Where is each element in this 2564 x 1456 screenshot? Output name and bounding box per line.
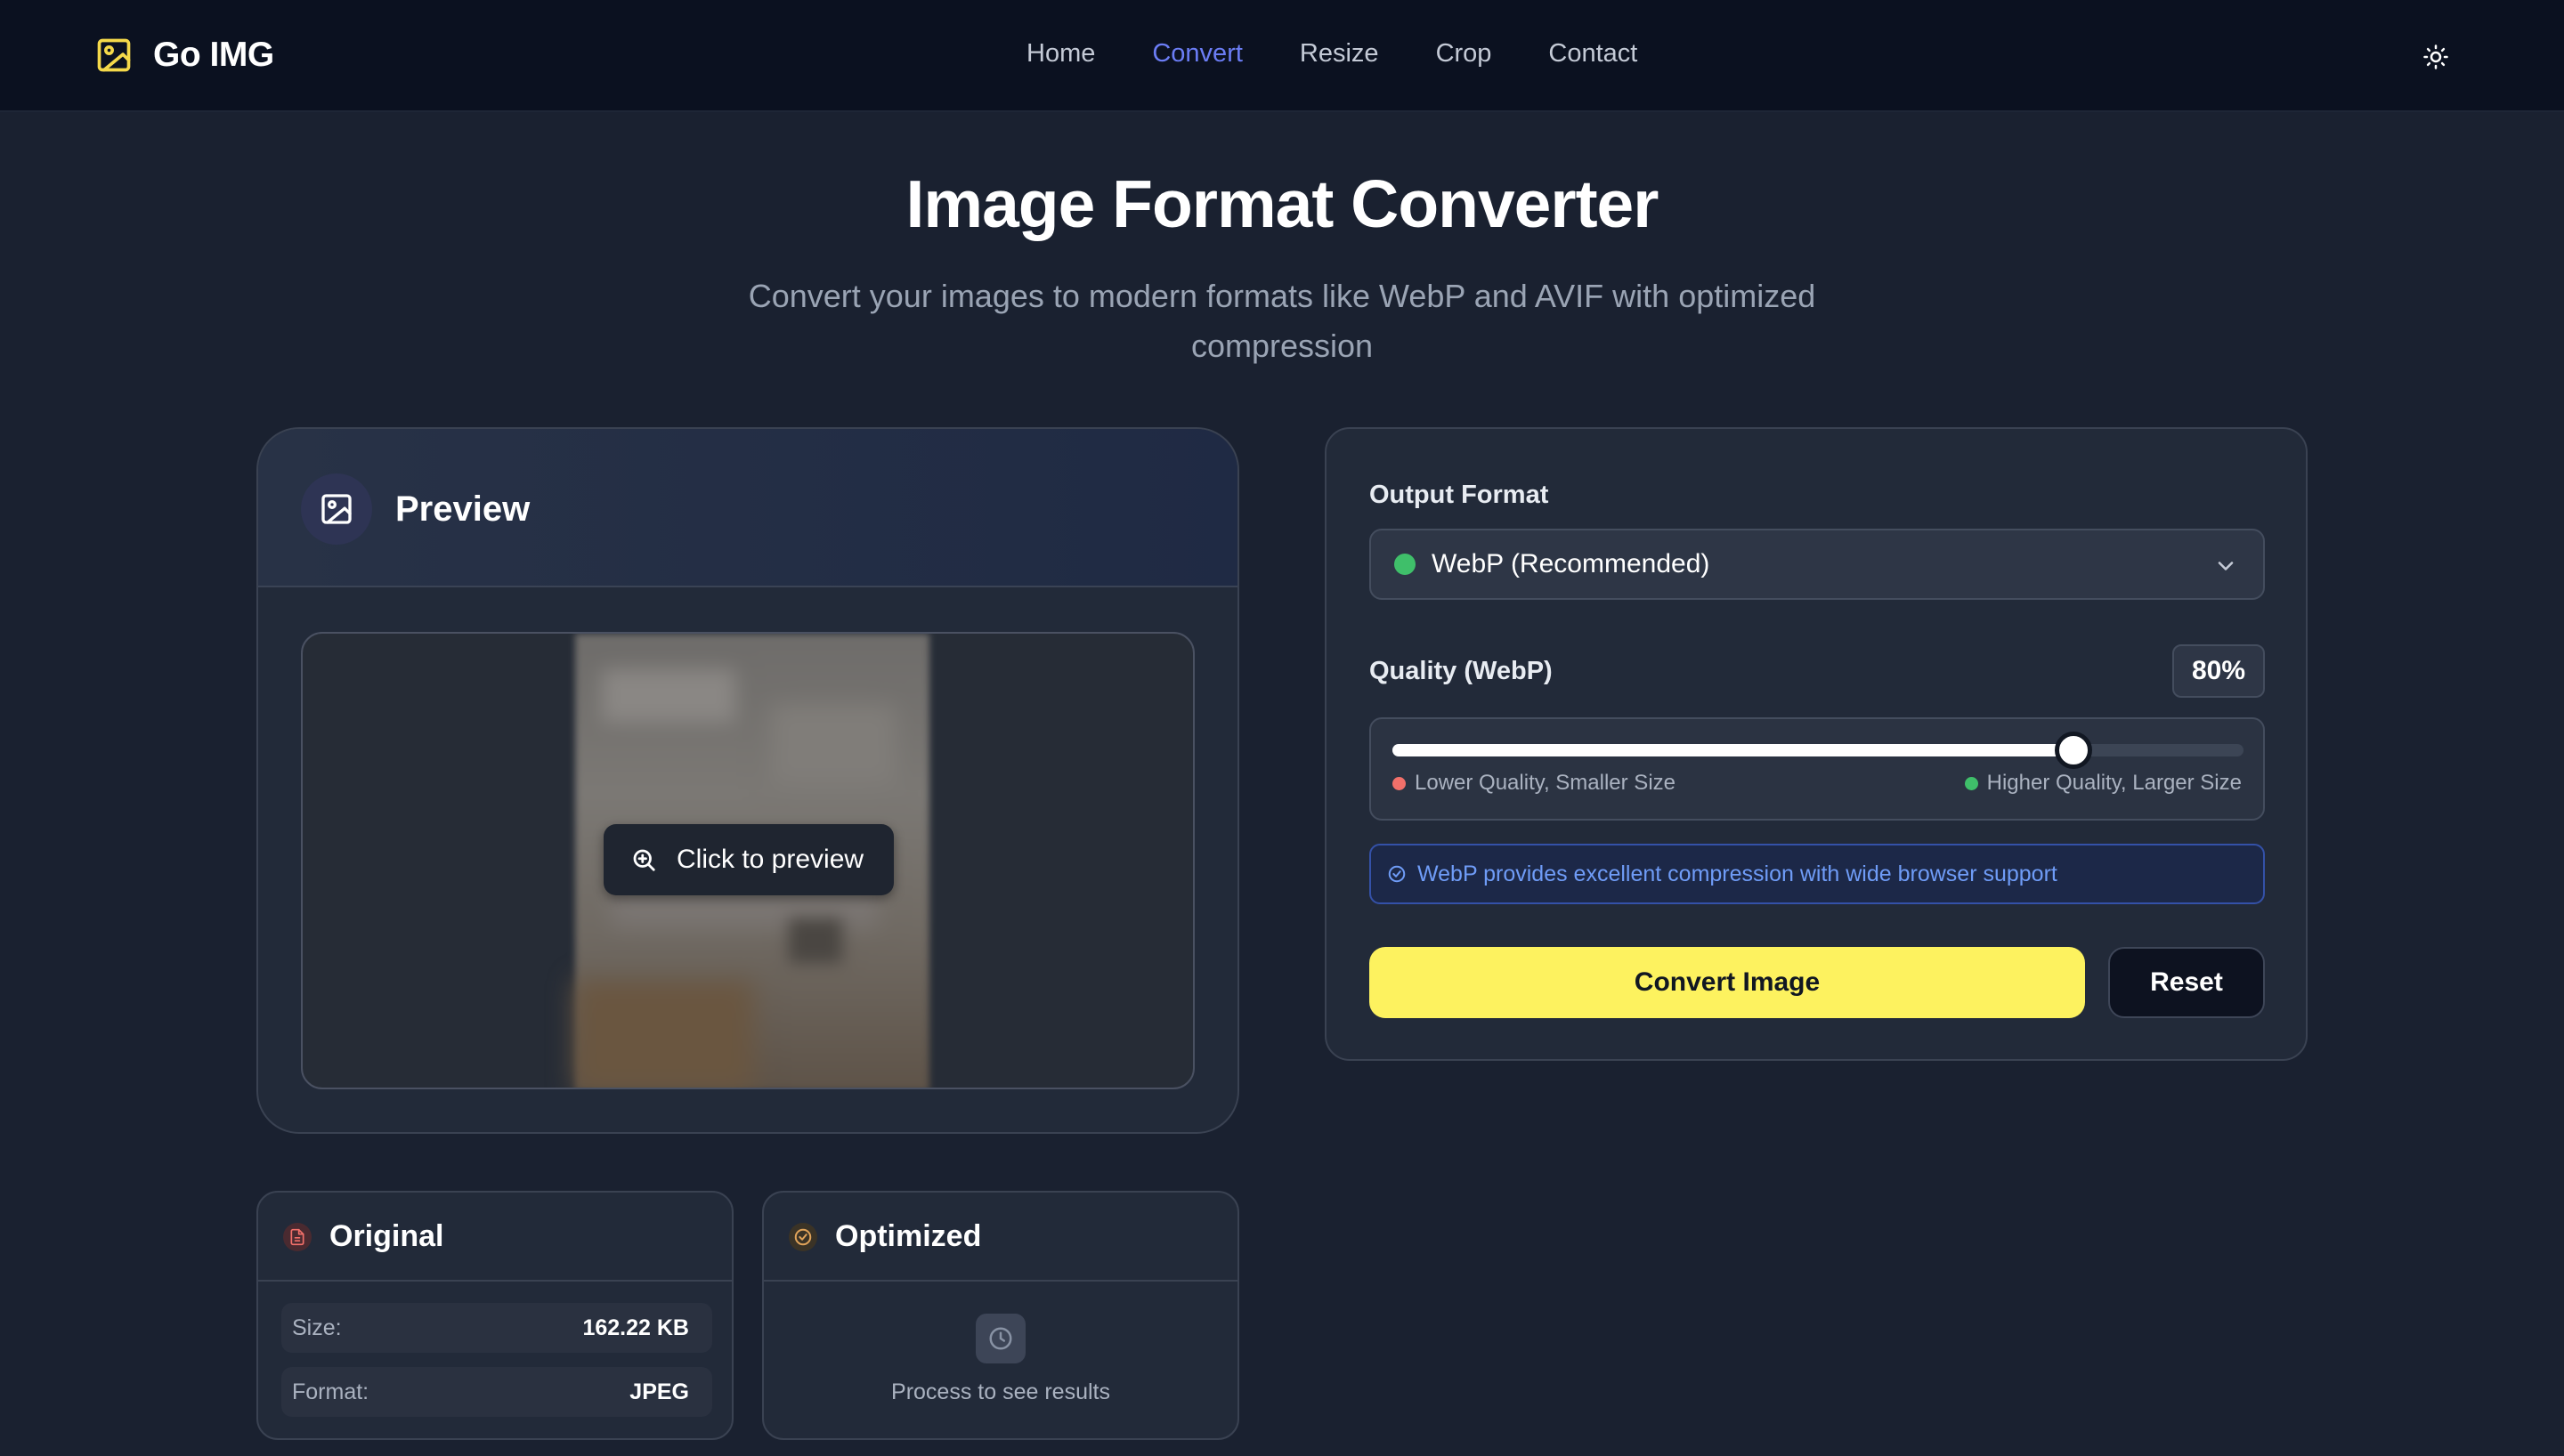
high-quality-hint: Higher Quality, Larger Size: [1964, 771, 2242, 796]
original-info-card: Original Size: 162.22 KB Format: JPEG: [256, 1191, 734, 1440]
nav-convert[interactable]: Convert: [1152, 39, 1243, 69]
optimized-card-header: Optimized: [764, 1193, 1237, 1282]
top-navbar: Go IMG Home Convert Resize Crop Contact: [0, 0, 2564, 112]
preview-card: Preview: [256, 427, 1239, 1134]
conversion-settings-card: Output Format WebP (Recommended) Quality…: [1325, 427, 2308, 1061]
nav-crop[interactable]: Crop: [1436, 39, 1492, 69]
format-info-text: WebP provides excellent compression with…: [1417, 861, 2057, 886]
image-icon: [321, 494, 352, 524]
main-nav: Home Convert Resize Crop Contact: [1026, 39, 1694, 69]
quality-value-badge: 80%: [2172, 644, 2265, 698]
theme-toggle-button[interactable]: [2418, 39, 2454, 75]
optimized-check-icon: [789, 1223, 817, 1251]
optimized-title: Optimized: [835, 1219, 982, 1253]
high-quality-dot: [1964, 776, 1978, 790]
quality-slider-track[interactable]: [1392, 732, 2244, 769]
original-size-row: Size: 162.22 KB: [281, 1303, 712, 1353]
output-format-label: Output Format: [1369, 481, 1549, 509]
low-quality-hint: Lower Quality, Smaller Size: [1392, 771, 1676, 796]
pending-results-text: Process to see results: [891, 1379, 1110, 1404]
preview-button-label: Click to preview: [677, 845, 864, 874]
page-subtitle: Convert your images to modern formats li…: [748, 278, 1816, 364]
optimized-info-card: Optimized Process to see results: [762, 1191, 1239, 1440]
original-file-icon: [283, 1223, 312, 1251]
selected-format: WebP (Recommended): [1432, 549, 1710, 578]
format-status-dot: [1394, 554, 1416, 575]
click-to-preview-button[interactable]: Click to preview: [604, 824, 894, 895]
nav-home[interactable]: Home: [1026, 39, 1095, 69]
brand-name: Go IMG: [153, 36, 274, 74]
format-info-banner: WebP provides excellent compression with…: [1369, 844, 2265, 904]
quality-slider-thumb[interactable]: [2054, 732, 2092, 769]
original-title: Original: [329, 1219, 444, 1253]
nav-contact[interactable]: Contact: [1548, 39, 1637, 69]
preview-image-icon: [301, 473, 372, 545]
image-icon: [97, 38, 131, 72]
check-circle-icon: [1388, 865, 1406, 883]
brand-logo[interactable]: Go IMG: [94, 34, 274, 77]
sun-icon: [2423, 44, 2448, 69]
reset-button[interactable]: Reset: [2108, 947, 2265, 1018]
file-icon: [290, 1228, 304, 1246]
clock-icon: [989, 1327, 1012, 1350]
original-card-header: Original: [258, 1193, 732, 1282]
original-format-row: Format: JPEG: [281, 1367, 712, 1417]
quality-slider-box: Lower Quality, Smaller Size Higher Quali…: [1369, 717, 2265, 821]
convert-image-button[interactable]: Convert Image: [1369, 947, 2085, 1018]
check-circle-icon: [794, 1228, 812, 1246]
zoom-in-icon: [633, 849, 655, 871]
low-quality-dot: [1392, 776, 1406, 790]
nav-resize[interactable]: Resize: [1300, 39, 1379, 69]
chevron-down-icon: [2218, 562, 2234, 570]
quality-slider-fill: [1392, 744, 2073, 756]
output-format-select[interactable]: WebP (Recommended): [1369, 529, 2265, 600]
preview-header: Preview: [258, 429, 1237, 587]
pending-clock-icon: [976, 1314, 1026, 1363]
preview-title: Preview: [395, 489, 531, 529]
quality-label: Quality (WebP): [1369, 657, 1553, 685]
page-title: Image Format Converter: [905, 166, 1659, 241]
